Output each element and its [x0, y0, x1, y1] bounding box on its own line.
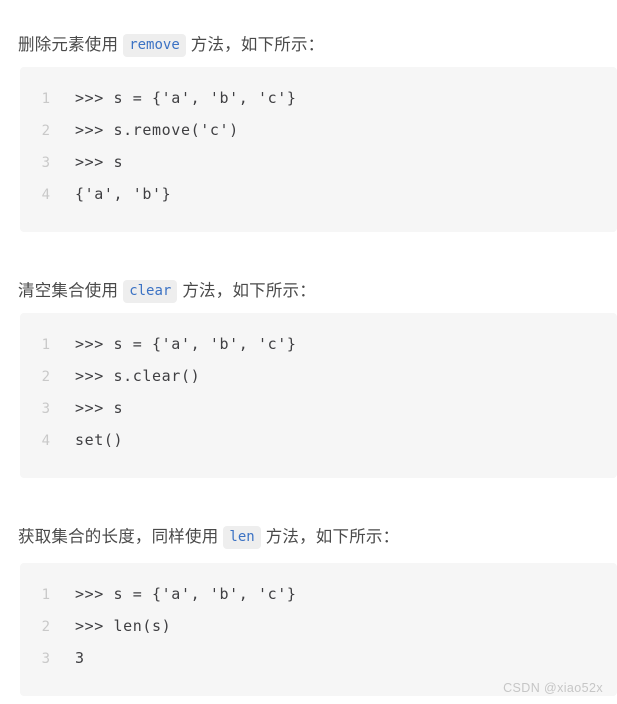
inline-code-remove: remove	[123, 33, 186, 57]
paragraph-text-after: 方法，如下所示：	[182, 280, 316, 300]
code-line: 3 >>> s	[20, 153, 617, 185]
paragraph-text-before: 清空集合使用	[18, 280, 119, 300]
line-number: 1	[41, 337, 50, 353]
line-number: 1	[41, 91, 50, 107]
paragraph-text-before: 删除元素使用	[18, 34, 119, 54]
line-number: 4	[41, 433, 50, 449]
paragraph-text-after: 方法，如下所示：	[265, 526, 400, 546]
code-line: 2 >>> s.clear()	[20, 367, 617, 399]
code-line-text: {'a', 'b'}	[75, 185, 172, 203]
line-number: 4	[41, 187, 50, 203]
line-number: 3	[41, 651, 50, 667]
line-number: 3	[41, 401, 50, 417]
line-number: 2	[41, 369, 50, 385]
article-page: 删除元素使用 remove 方法，如下所示： 1 >>> s = {'a', 'b'…	[0, 0, 617, 704]
code-block-remove[interactable]: 1 >>> s = {'a', 'b', 'c'} 2 >>> s.remove…	[20, 67, 617, 232]
code-lines: 1 >>> s = {'a', 'b', 'c'} 2 >>> s.remove…	[20, 67, 617, 232]
paragraph-text-before: 获取集合的长度，同样使用	[18, 526, 219, 546]
paragraph-clear: 清空集合使用 clear 方法，如下所示：	[18, 279, 316, 303]
code-line-text: >>> s.remove('c')	[75, 121, 239, 139]
code-line-text: 3	[75, 649, 85, 667]
code-line: 1 >>> s = {'a', 'b', 'c'}	[20, 585, 617, 617]
code-line: 1 >>> s = {'a', 'b', 'c'}	[20, 89, 617, 121]
code-line-text: >>> s = {'a', 'b', 'c'}	[75, 335, 297, 353]
code-lines: 1 >>> s = {'a', 'b', 'c'} 2 >>> s.clear(…	[20, 313, 617, 478]
code-line-text: >>> s = {'a', 'b', 'c'}	[75, 89, 297, 107]
paragraph-text-after: 方法，如下所示：	[190, 34, 325, 54]
code-line: 3 >>> s	[20, 399, 617, 431]
code-line-text: >>> s = {'a', 'b', 'c'}	[75, 585, 297, 603]
code-lines: 1 >>> s = {'a', 'b', 'c'} 2 >>> len(s) 3…	[20, 563, 617, 696]
code-block-clear[interactable]: 1 >>> s = {'a', 'b', 'c'} 2 >>> s.clear(…	[20, 313, 617, 478]
inline-code-clear: clear	[123, 279, 178, 303]
code-line: 2 >>> s.remove('c')	[20, 121, 617, 153]
inline-code-len: len	[223, 525, 261, 549]
code-line: 3 3	[20, 649, 617, 681]
code-line-text: >>> s	[75, 399, 124, 417]
code-line: 4 set()	[20, 431, 617, 463]
code-block-len[interactable]: 1 >>> s = {'a', 'b', 'c'} 2 >>> len(s) 3…	[20, 563, 617, 696]
line-number: 3	[41, 155, 50, 171]
paragraph-len: 获取集合的长度，同样使用 len 方法，如下所示：	[18, 525, 399, 549]
code-line-text: >>> len(s)	[75, 617, 172, 635]
line-number: 2	[41, 619, 50, 635]
paragraph-remove: 删除元素使用 remove 方法，如下所示：	[18, 33, 324, 57]
code-line-text: >>> s	[75, 153, 124, 171]
watermark: CSDN @xiao52x	[503, 681, 603, 695]
code-line-text: >>> s.clear()	[75, 367, 201, 385]
code-line-text: set()	[75, 431, 124, 449]
code-line: 2 >>> len(s)	[20, 617, 617, 649]
code-line: 1 >>> s = {'a', 'b', 'c'}	[20, 335, 617, 367]
line-number: 2	[41, 123, 50, 139]
line-number: 1	[41, 587, 50, 603]
code-line: 4 {'a', 'b'}	[20, 185, 617, 217]
